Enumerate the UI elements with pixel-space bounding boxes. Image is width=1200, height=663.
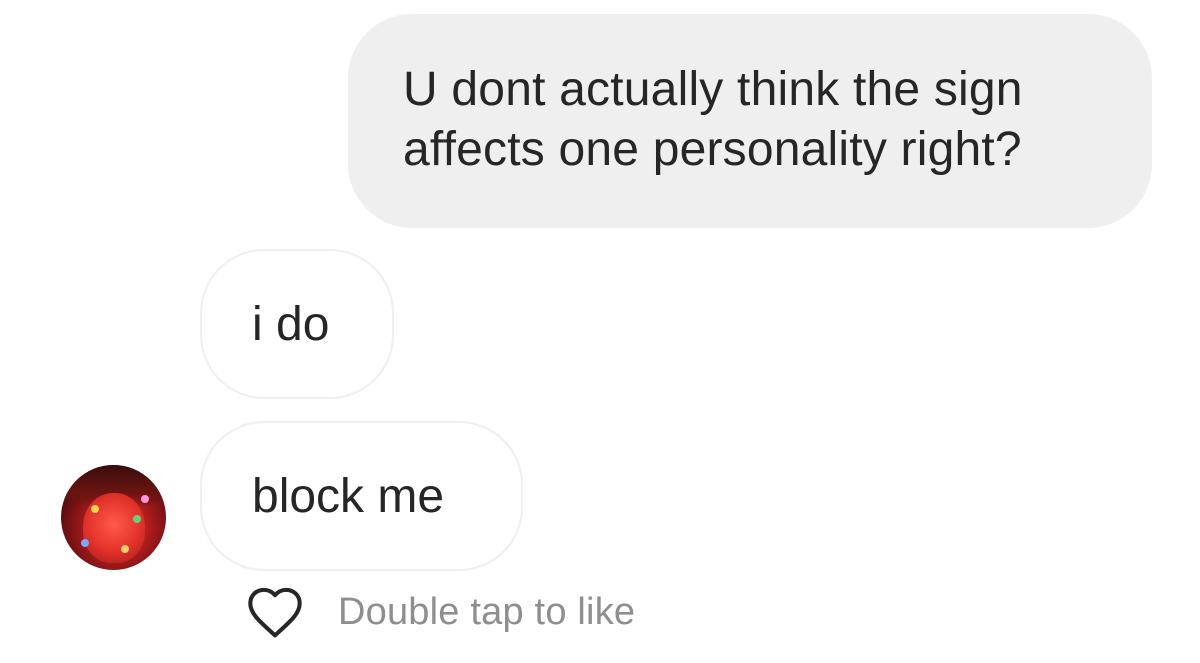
avatar-sticker <box>121 545 129 553</box>
incoming-message-text: i do <box>252 297 330 351</box>
avatar-sticker <box>81 539 89 547</box>
chat-thread: U dont actually think the sign affects o… <box>0 0 1200 663</box>
avatar-sticker <box>91 505 99 513</box>
outgoing-message-line-1: U dont actually think the sign <box>403 63 1023 116</box>
double-tap-like-hint[interactable]: Double tap to like <box>244 584 635 640</box>
avatar-face <box>83 493 145 563</box>
incoming-message-text: block me <box>252 469 445 523</box>
avatar[interactable] <box>61 465 166 570</box>
incoming-message-bubble[interactable]: block me <box>200 421 523 571</box>
avatar-sticker <box>141 495 149 503</box>
double-tap-like-label: Double tap to like <box>338 590 636 633</box>
incoming-message-bubble[interactable]: i do <box>200 249 394 399</box>
avatar-sticker <box>133 515 141 523</box>
outgoing-message-line-2: affects one personality right? <box>403 123 1022 176</box>
heart-outline-icon[interactable] <box>244 584 306 640</box>
outgoing-message-bubble[interactable]: U dont actually think the sign affects o… <box>348 14 1152 228</box>
